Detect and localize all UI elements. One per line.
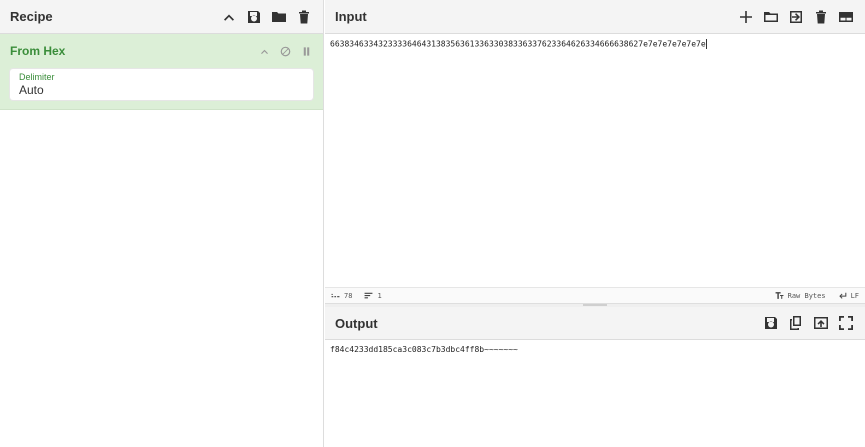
folder-icon[interactable] xyxy=(270,8,288,26)
replace-input-icon[interactable] xyxy=(812,314,830,332)
delimiter-label: Delimiter xyxy=(19,72,55,82)
plus-icon[interactable] xyxy=(737,8,755,26)
delimiter-value[interactable]: Auto xyxy=(19,83,304,98)
input-stats: 78 1 xyxy=(331,291,382,300)
input-toolbar xyxy=(737,8,855,26)
recipe-toolbar xyxy=(220,8,313,26)
from-hex-operation[interactable]: From Hex Delimiter Auto xyxy=(0,34,323,110)
length-stat: 78 xyxy=(331,291,352,300)
eol-stat[interactable]: LF xyxy=(838,291,859,300)
input-format: Raw Bytes LF xyxy=(775,291,859,300)
encoding-value: Raw Bytes xyxy=(787,291,826,300)
input-title: Input xyxy=(335,9,367,24)
collapse-icon[interactable] xyxy=(258,45,271,58)
output-title: Output xyxy=(335,315,378,331)
delimiter-field[interactable]: Delimiter Auto xyxy=(10,69,313,100)
input-textarea[interactable]: 6638346334323333646431383563613363303833… xyxy=(325,35,865,287)
text-size-icon xyxy=(775,292,784,299)
open-folder-icon[interactable] xyxy=(762,8,780,26)
encoding-stat[interactable]: Raw Bytes xyxy=(775,291,826,300)
recipe-panel: Recipe From Hex Delimiter Auto xyxy=(0,0,324,447)
operation-head: From Hex xyxy=(10,42,313,60)
output-header: Output xyxy=(325,307,865,340)
layout-icon[interactable] xyxy=(837,8,855,26)
output-text: f84c4233dd185ca3c083c7b3dbc4ff8b~~~~~~~ xyxy=(330,345,518,354)
operation-controls xyxy=(258,45,313,58)
length-value: 78 xyxy=(344,291,353,300)
return-arrow-icon xyxy=(838,292,846,299)
io-panel: Input 6638346334323333646431383563613363… xyxy=(325,0,865,447)
input-text: 6638346334323333646431383563613363303833… xyxy=(330,39,706,49)
save-icon[interactable] xyxy=(245,8,263,26)
text-cursor xyxy=(705,39,707,49)
lines-value: 1 xyxy=(377,291,382,300)
lines-stat: 1 xyxy=(364,291,382,300)
lines-icon xyxy=(365,292,373,299)
recipe-title: Recipe xyxy=(10,9,53,24)
eol-value: LF xyxy=(850,291,859,300)
pause-icon[interactable] xyxy=(300,45,313,58)
chevron-up-icon[interactable] xyxy=(220,8,238,26)
maximize-icon[interactable] xyxy=(837,314,855,332)
output-toolbar xyxy=(762,314,855,332)
input-header: Input xyxy=(325,0,865,34)
copy-icon[interactable] xyxy=(787,314,805,332)
disable-icon[interactable] xyxy=(279,45,292,58)
clear-input-icon[interactable] xyxy=(812,8,830,26)
trash-icon[interactable] xyxy=(295,8,313,26)
open-file-icon[interactable] xyxy=(787,8,805,26)
input-status-bar: 78 1 Raw Bytes LF xyxy=(325,287,865,303)
operation-title: From Hex xyxy=(10,44,66,58)
length-icon xyxy=(331,293,340,298)
output-textarea[interactable]: f84c4233dd185ca3c083c7b3dbc4ff8b~~~~~~~ xyxy=(325,341,865,447)
save-output-icon[interactable] xyxy=(762,314,780,332)
recipe-header: Recipe xyxy=(0,0,323,34)
resizer-grip[interactable] xyxy=(583,304,607,306)
